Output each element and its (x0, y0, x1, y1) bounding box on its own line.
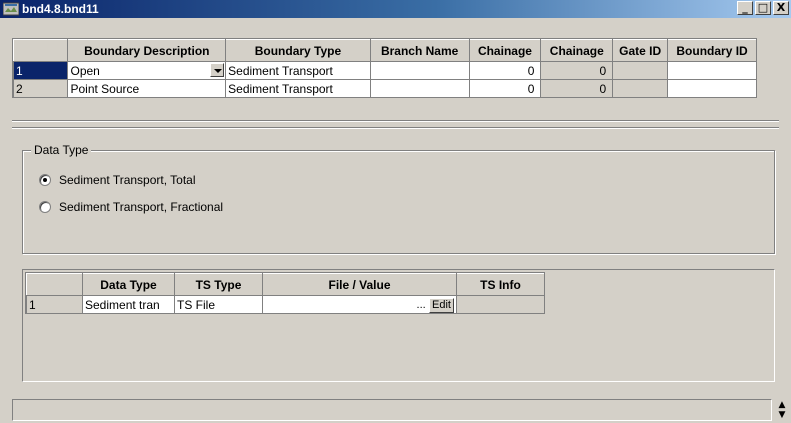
radio-label: Sediment Transport, Total (59, 173, 196, 187)
data-type-legend: Data Type (31, 143, 92, 157)
chainage-cell[interactable]: 0 (468, 61, 542, 80)
radio-unchecked-icon[interactable] (39, 201, 51, 213)
ts-grid-header: Data Type TS Type File / Value TS Info (26, 273, 545, 296)
window-title: bnd4.8.bnd11 (22, 2, 99, 16)
boundary-id-cell[interactable] (667, 61, 757, 80)
boundary-type-cell[interactable]: Sediment Transport (225, 61, 371, 80)
data-type-group: Data Type Sediment Transport, Total Sedi… (22, 143, 775, 254)
chainage-2-cell: 0 (540, 79, 614, 98)
radio-label: Sediment Transport, Fractional (59, 200, 224, 214)
boundary-description-cell[interactable]: Point Source (67, 79, 227, 98)
col-header-chainage[interactable]: Chainage (468, 39, 542, 62)
chainage-2-cell: 0 (540, 61, 614, 80)
branch-name-cell[interactable] (369, 79, 470, 98)
branch-name-cell[interactable] (369, 61, 470, 80)
table-row[interactable]: 1 Sediment tran TS File ... Edit (26, 295, 545, 314)
data-type-cell[interactable]: Sediment tran (82, 295, 175, 314)
chainage-cell[interactable]: 0 (468, 79, 542, 98)
ts-info-cell (456, 295, 545, 314)
gate-id-cell (612, 79, 669, 98)
radio-sediment-total[interactable]: Sediment Transport, Total (39, 173, 196, 187)
grid-corner[interactable] (26, 273, 83, 296)
boundary-description-value: Open (70, 63, 100, 78)
ts-grid: Data Type TS Type File / Value TS Info 1… (25, 272, 545, 314)
col-header-boundary-id[interactable]: Boundary ID (667, 39, 757, 62)
minimize-button[interactable]: _ (737, 1, 753, 15)
spin-up-icon[interactable]: ▲ (776, 400, 788, 410)
chevron-down-icon[interactable] (210, 63, 225, 77)
table-row[interactable]: 2 Point Source Sediment Transport 0 0 (12, 79, 757, 98)
gate-id-cell (612, 61, 669, 80)
boundary-grid-header: Boundary Description Boundary Type Branc… (12, 39, 757, 62)
col-header-ts-info[interactable]: TS Info (456, 273, 545, 296)
status-bar (12, 399, 772, 421)
col-header-gate-id[interactable]: Gate ID (612, 39, 669, 62)
spin-down-icon[interactable]: ▼ (776, 410, 788, 420)
col-header-boundary-description[interactable]: Boundary Description (67, 39, 227, 62)
row-index[interactable]: 1 (12, 61, 69, 80)
col-header-chainage-2[interactable]: Chainage (540, 39, 614, 62)
boundary-id-cell[interactable] (667, 79, 757, 98)
map-file-icon (3, 2, 19, 16)
browse-button[interactable]: ... (417, 299, 426, 311)
ts-grid-panel: Data Type TS Type File / Value TS Info 1… (22, 269, 775, 382)
boundary-description-cell[interactable]: Open (67, 61, 227, 80)
divider (12, 127, 779, 129)
title-bar[interactable]: bnd4.8.bnd11 _ □ X (0, 0, 791, 18)
col-header-boundary-type[interactable]: Boundary Type (225, 39, 371, 62)
row-index[interactable]: 2 (12, 79, 69, 98)
ts-type-cell[interactable]: TS File (174, 295, 263, 314)
boundary-type-cell[interactable]: Sediment Transport (225, 79, 371, 98)
file-value-cell[interactable]: ... Edit (262, 295, 457, 314)
radio-sediment-fractional[interactable]: Sediment Transport, Fractional (39, 200, 223, 214)
col-header-data-type[interactable]: Data Type (82, 273, 175, 296)
splitter[interactable] (12, 120, 779, 122)
boundary-editor-window: bnd4.8.bnd11 _ □ X Boundary Description … (0, 0, 791, 423)
close-button[interactable]: X (773, 1, 789, 15)
spinner-control[interactable]: ▲ ▼ (776, 400, 788, 420)
edit-button[interactable]: Edit (429, 298, 454, 313)
table-row[interactable]: 1 Open Sediment Transport 0 0 (12, 61, 757, 80)
col-header-ts-type[interactable]: TS Type (174, 273, 263, 296)
radio-checked-icon[interactable] (39, 174, 51, 186)
col-header-branch-name[interactable]: Branch Name (369, 39, 470, 62)
row-index[interactable]: 1 (26, 295, 83, 314)
boundary-grid: Boundary Description Boundary Type Branc… (12, 38, 757, 98)
col-header-file-value[interactable]: File / Value (262, 273, 457, 296)
grid-corner[interactable] (12, 39, 69, 62)
maximize-button[interactable]: □ (755, 1, 771, 15)
